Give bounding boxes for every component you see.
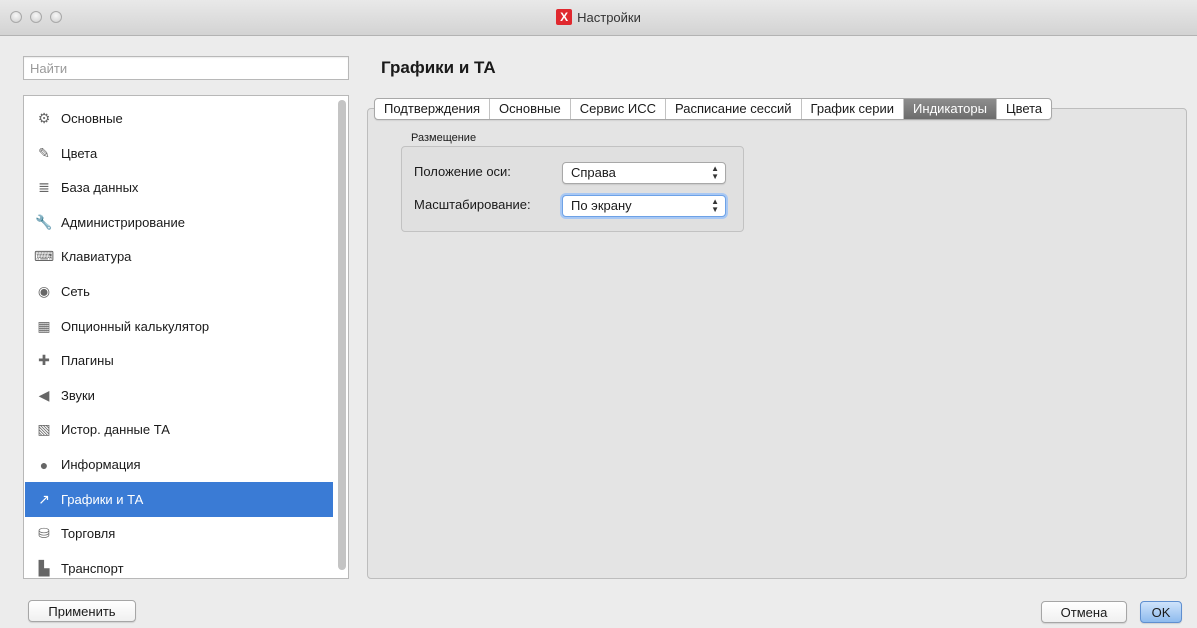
placement-group-title: Размещение bbox=[411, 132, 477, 144]
axis-position-select[interactable]: Справа ▲ ▼ bbox=[562, 162, 726, 184]
window-title-bar: X Настройки bbox=[0, 0, 1197, 36]
tab[interactable]: График серии bbox=[802, 99, 905, 119]
calculator-icon: ▦ bbox=[37, 317, 51, 334]
network-icon: ◉ bbox=[37, 283, 51, 299]
tab[interactable]: Индикаторы bbox=[904, 99, 997, 119]
app-logo-icon: X bbox=[556, 9, 573, 25]
apply-button[interactable]: Применить bbox=[28, 600, 136, 622]
transport-icon: ▙ bbox=[38, 559, 50, 576]
scaling-label: Масштабирование: bbox=[414, 197, 531, 212]
tab[interactable]: Расписание сессий bbox=[666, 99, 802, 119]
coins-icon: ⛁ bbox=[38, 525, 50, 542]
sidebar-item[interactable]: ▙ Транспорт bbox=[25, 551, 333, 578]
info-icon: ● bbox=[39, 456, 49, 473]
sidebar-item[interactable]: ▦ Опционный калькулятор bbox=[25, 309, 333, 344]
sidebar-item[interactable]: 🔧 Администрирование bbox=[25, 205, 333, 240]
sidebar-item[interactable]: ⌨ Клавиатура bbox=[25, 239, 333, 274]
database-icon: ≣ bbox=[38, 179, 50, 196]
window-title: X Настройки bbox=[0, 9, 1197, 25]
history-chart-icon: ▧ bbox=[37, 421, 51, 438]
brush-icon: ✎ bbox=[38, 144, 50, 161]
sidebar-item-label: Звуки bbox=[61, 387, 95, 403]
axis-position-label: Положение оси: bbox=[414, 164, 511, 179]
sidebar-scrollbar[interactable] bbox=[338, 100, 346, 574]
sidebar-item-label: Истор. данные ТА bbox=[61, 422, 170, 438]
updown-arrows-icon: ▲ ▼ bbox=[711, 164, 719, 181]
puzzle-icon: ✚ bbox=[38, 352, 50, 369]
sidebar-item[interactable]: ◉ Сеть bbox=[25, 274, 333, 309]
page-title: Графики и ТА bbox=[381, 58, 496, 77]
sidebar-item[interactable]: ▧ Истор. данные ТА bbox=[25, 412, 333, 447]
cancel-button[interactable]: Отмена bbox=[1041, 601, 1127, 623]
sidebar-item-label: База данных bbox=[61, 180, 139, 196]
sidebar-item-label: Опционный калькулятор bbox=[61, 318, 210, 334]
sidebar-item-label: Графики и ТА bbox=[61, 491, 144, 507]
search-input[interactable] bbox=[23, 56, 349, 80]
sidebar-item-label: Основные bbox=[61, 111, 123, 126]
sidebar-item[interactable]: ✚ Плагины bbox=[25, 343, 333, 378]
tab-bar: Подтверждения Основные Сервис ИСС Расписани… bbox=[374, 98, 1053, 120]
sidebar-scrollbar-thumb[interactable] bbox=[338, 100, 346, 570]
wrench-icon: 🔧 bbox=[35, 213, 53, 230]
tab[interactable]: Подтверждения bbox=[375, 99, 491, 119]
tab[interactable]: Основные bbox=[490, 99, 571, 119]
sidebar-item[interactable]: ✎ Цвета bbox=[25, 136, 333, 171]
sidebar-item[interactable]: ≣ База данных bbox=[25, 170, 333, 205]
keyboard-icon: ⌨ bbox=[33, 248, 55, 265]
sidebar-item-label: Транспорт bbox=[61, 560, 124, 576]
sidebar-item-label: Клавиатура bbox=[61, 249, 132, 265]
tab[interactable]: Цвета bbox=[997, 99, 1051, 119]
window-title-text: Настройки bbox=[577, 9, 641, 25]
sidebar-item-label: Администрирование bbox=[61, 214, 185, 230]
tab[interactable]: Сервис ИСС bbox=[571, 99, 666, 119]
sidebar-item[interactable]: ⛁ Торговля bbox=[25, 516, 333, 551]
sidebar-item[interactable]: ↗ Графики и ТА bbox=[25, 481, 333, 517]
sidebar-item[interactable]: ● Информация bbox=[25, 447, 333, 482]
sidebar-item-label: Информация bbox=[61, 457, 141, 472]
speaker-icon: ◀ bbox=[38, 386, 50, 403]
axis-position-value: Справа bbox=[571, 165, 616, 180]
sidebar-item-label: Сеть bbox=[61, 284, 90, 299]
sidebar-item-label: Цвета bbox=[61, 145, 98, 161]
updown-arrows-icon: ▲ ▼ bbox=[711, 197, 719, 214]
sidebar-item[interactable]: ◀ Звуки bbox=[25, 378, 333, 413]
placement-group bbox=[401, 146, 744, 232]
sidebar-item-label: Плагины bbox=[61, 353, 114, 369]
scaling-select[interactable]: По экрану ▲ ▼ bbox=[562, 195, 726, 217]
sidebar-item[interactable]: ⚙ Основные bbox=[25, 101, 333, 136]
ok-button[interactable]: OK bbox=[1140, 601, 1182, 623]
sidebar-item-label: Торговля bbox=[61, 526, 116, 542]
scaling-value: По экрану bbox=[571, 198, 632, 213]
settings-category-list[interactable]: ⚙ Основные ✎ Цвета ≣ База данных 🔧 Администриро… bbox=[23, 95, 349, 579]
chart-icon: ↗ bbox=[38, 490, 50, 507]
gear-icon: ⚙ bbox=[37, 110, 51, 126]
